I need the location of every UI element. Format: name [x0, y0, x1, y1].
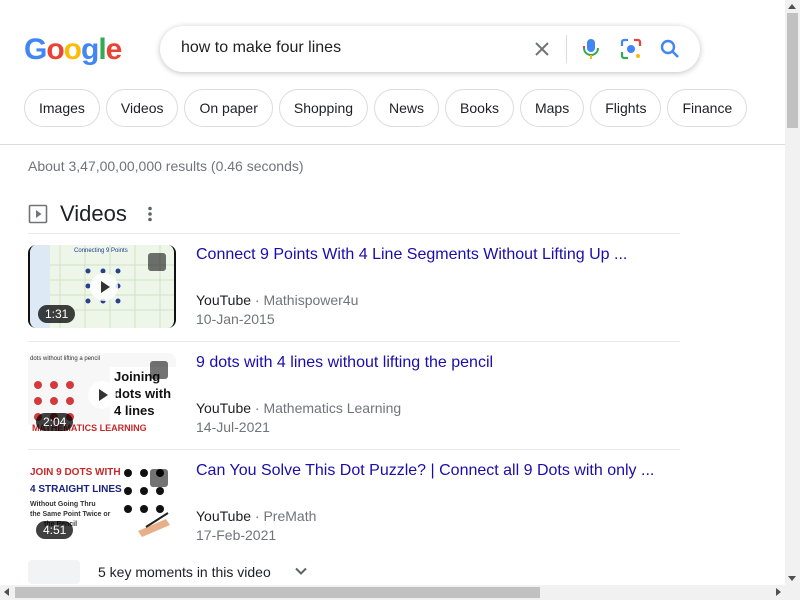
video-thumbnail[interactable]: JOIN 9 DOTS WITH 4 STRAIGHT LINES Withou…: [28, 461, 176, 544]
search-input[interactable]: how to make four lines: [181, 39, 341, 57]
vertical-scroll-thumb[interactable]: [787, 13, 798, 128]
video-result[interactable]: Connecting 9 Points 1:31 Connect 9 Point…: [28, 234, 680, 342]
thumbnail-caption: Connecting 9 Points: [74, 248, 128, 254]
videos-section-header: Videos: [28, 198, 680, 234]
chip-images[interactable]: Images: [24, 89, 100, 127]
search-divider: [566, 35, 567, 63]
clear-icon[interactable]: [530, 37, 554, 61]
video-result[interactable]: dots without lifting a pencil Joining do…: [28, 342, 680, 450]
separator: ·: [251, 292, 264, 308]
key-moments-label: 5 key moments in this video: [98, 564, 271, 580]
video-source: YouTube · Mathematics Learning: [196, 400, 401, 416]
video-channel: Mathispower4u: [263, 292, 359, 308]
thumbnail-caption: JOIN 9 DOTS WITH: [30, 467, 121, 478]
video-title-link[interactable]: Can You Solve This Dot Puzzle? | Connect…: [196, 462, 654, 480]
chip-shopping[interactable]: Shopping: [278, 89, 369, 127]
video-channel: PreMath: [263, 508, 317, 524]
horizontal-scrollbar[interactable]: [0, 585, 800, 600]
thumbnail-caption: 4 STRAIGHT LINES: [30, 484, 122, 495]
chip-on-paper[interactable]: On paper: [184, 89, 273, 127]
chevron-down-icon[interactable]: [294, 564, 308, 578]
play-icon: [88, 381, 116, 409]
expand-icon[interactable]: [150, 361, 168, 379]
logo-letter: e: [105, 33, 123, 66]
chip-news[interactable]: News: [374, 89, 440, 127]
video-play-icon: [28, 204, 48, 224]
video-channel: Mathematics Learning: [263, 400, 402, 416]
video-platform: YouTube: [196, 508, 252, 524]
chip-videos[interactable]: Videos: [105, 89, 179, 127]
thumbnail-caption: dots without lifting a pencil: [30, 356, 101, 362]
microphone-icon[interactable]: [579, 37, 603, 61]
scroll-right-arrow[interactable]: [776, 588, 781, 596]
search-icon[interactable]: [658, 37, 682, 61]
vertical-scrollbar[interactable]: [785, 0, 800, 585]
video-duration: 4:51: [36, 521, 74, 539]
logo-letter: l: [98, 33, 106, 66]
video-title-link[interactable]: Connect 9 Points With 4 Line Segments Wi…: [196, 246, 627, 264]
scroll-down-arrow[interactable]: [788, 576, 796, 581]
key-moments-thumbnails: [28, 560, 80, 584]
chip-finance[interactable]: Finance: [667, 89, 748, 127]
play-icon: [90, 273, 118, 301]
expand-icon[interactable]: [148, 253, 166, 271]
video-duration: 2:04: [36, 413, 74, 431]
scroll-up-arrow[interactable]: [788, 4, 796, 9]
video-source: YouTube · PreMath: [196, 508, 316, 524]
search-box[interactable]: how to make four lines: [160, 26, 700, 72]
logo-letter: g: [81, 33, 99, 66]
chip-books[interactable]: Books: [445, 89, 514, 127]
logo-letter: G: [24, 33, 47, 66]
video-platform: YouTube: [196, 400, 252, 416]
key-moments-toggle[interactable]: 5 key moments in this video: [28, 558, 328, 586]
separator: ·: [251, 508, 264, 524]
video-source: YouTube · Mathispower4u: [196, 292, 358, 308]
logo-letter: o: [63, 33, 82, 66]
videos-heading: Videos: [60, 201, 127, 226]
results-stats: About 3,47,00,00,000 results (0.46 secon…: [28, 158, 304, 174]
video-duration: 1:31: [38, 305, 76, 323]
google-logo[interactable]: Google: [24, 33, 123, 67]
video-date: 10-Jan-2015: [196, 311, 275, 327]
video-thumbnail[interactable]: Connecting 9 Points 1:31: [28, 245, 176, 328]
video-thumbnail[interactable]: dots without lifting a pencil Joining do…: [28, 353, 176, 436]
separator: ·: [251, 400, 264, 416]
chip-maps[interactable]: Maps: [519, 89, 585, 127]
search-filter-chips: Images Videos On paper Shopping News Boo…: [24, 89, 748, 127]
video-result[interactable]: JOIN 9 DOTS WITH 4 STRAIGHT LINES Withou…: [28, 450, 680, 558]
video-date: 14-Jul-2021: [196, 419, 270, 435]
horizontal-scroll-thumb[interactable]: [15, 587, 540, 598]
camera-lens-icon[interactable]: [619, 37, 643, 61]
expand-icon[interactable]: [150, 469, 168, 487]
logo-letter: o: [46, 33, 64, 66]
video-platform: YouTube: [196, 292, 252, 308]
chip-flights[interactable]: Flights: [590, 89, 662, 127]
video-date: 17-Feb-2021: [196, 527, 277, 543]
header: Google how to make four lines Images Vid…: [0, 0, 785, 145]
more-options-icon[interactable]: [144, 205, 156, 223]
video-title-link[interactable]: 9 dots with 4 lines without lifting the …: [196, 354, 493, 372]
scroll-left-arrow[interactable]: [4, 588, 9, 596]
